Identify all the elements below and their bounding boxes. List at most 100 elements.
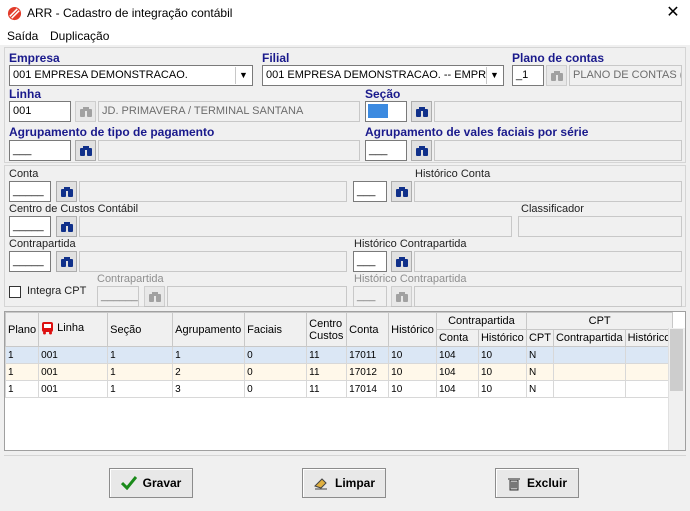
col-header-linha-label: Linha xyxy=(57,322,85,334)
table-cell xyxy=(552,363,626,381)
col-header-cpt-contrapartida[interactable]: Contrapartida xyxy=(552,329,626,347)
gravar-button[interactable]: Gravar xyxy=(109,468,193,498)
plano-code-input[interactable]: _1 xyxy=(512,65,544,86)
agrup-vales-input[interactable]: ___ xyxy=(365,140,407,161)
col-header-historico[interactable]: Histórico xyxy=(388,312,437,347)
table-cell: 10 xyxy=(477,346,527,364)
binoculars-icon xyxy=(391,286,412,307)
table-cell: 10 xyxy=(388,346,437,364)
col-header-contra-historico[interactable]: Histórico xyxy=(477,329,527,347)
table-cell: 10 xyxy=(388,380,437,398)
table-cell: 0 xyxy=(244,363,308,381)
chevron-down-icon[interactable]: ▼ xyxy=(486,67,502,84)
filial-select[interactable]: 001 EMPRESA DEMONSTRACAO. -- EMPRES ▼ xyxy=(262,65,504,86)
binoculars-icon xyxy=(546,65,567,86)
table-cell xyxy=(624,380,674,398)
empresa-label: Empresa xyxy=(9,51,60,65)
table-cell: 104 xyxy=(435,380,479,398)
menu-duplicacao[interactable]: Duplicação xyxy=(50,29,109,43)
binoculars-icon[interactable] xyxy=(391,251,412,272)
binoculars-icon[interactable] xyxy=(411,140,432,161)
table-cell: 1 xyxy=(107,346,174,364)
hist-contra-input[interactable]: ___ xyxy=(353,251,387,272)
table-cell xyxy=(624,363,674,381)
binoculars-icon[interactable] xyxy=(411,101,432,122)
table-cell: 1 xyxy=(172,346,246,364)
cpt-contra-input: ______ xyxy=(97,286,139,307)
classificador-label: Classificador xyxy=(521,203,584,215)
centro-input[interactable]: _____ xyxy=(9,216,51,237)
col-header-secao[interactable]: Seção xyxy=(107,312,174,347)
contrapartida-input[interactable]: _____ xyxy=(9,251,51,272)
gravar-label: Gravar xyxy=(142,476,182,490)
conta-desc xyxy=(79,181,347,202)
col-header-contra-conta[interactable]: Conta xyxy=(435,329,479,347)
binoculars-icon[interactable] xyxy=(75,140,96,161)
table-cell: 1 xyxy=(107,380,174,398)
col-header-faciais[interactable]: Faciais xyxy=(244,312,308,347)
limpar-button[interactable]: Limpar xyxy=(302,468,386,498)
binoculars-icon[interactable] xyxy=(56,181,77,202)
integration-grid[interactable]: Plano Linha Seção Agrupamento Faciais Ce… xyxy=(4,311,686,451)
col-header-cpt-historico[interactable]: Histórico xyxy=(624,329,674,347)
table-cell: N xyxy=(525,363,554,381)
selection-highlight xyxy=(368,104,388,118)
agrup-pag-desc xyxy=(98,140,360,161)
table-cell: 3 xyxy=(172,380,246,398)
col-header-cpt[interactable]: CPT xyxy=(525,312,674,330)
table-cell: 11 xyxy=(306,363,348,381)
conta-label: Conta xyxy=(9,168,39,180)
table-cell: 0 xyxy=(244,380,308,398)
col-header-centro-custos[interactable]: Centro Custos xyxy=(306,312,348,347)
title-bar: ARR - Cadastro de integração contábil ✕ xyxy=(0,0,690,27)
col-header-linha[interactable]: Linha xyxy=(38,312,109,347)
col-header-plano[interactable]: Plano xyxy=(5,312,40,347)
table-cell: 2 xyxy=(172,363,246,381)
table-cell: 001 xyxy=(38,346,109,364)
cpt-hist-desc xyxy=(414,286,682,307)
table-cell: 1 xyxy=(5,380,40,398)
plano-desc-field: PLANO DE CONTAS ( xyxy=(569,65,682,86)
linha-code-input[interactable]: 001 xyxy=(9,101,71,122)
close-button[interactable]: ✕ xyxy=(662,2,684,24)
col-header-conta[interactable]: Conta xyxy=(346,312,390,347)
table-cell: 1 xyxy=(5,346,40,364)
table-row[interactable]: 1 001 1 1 0 11 17011 10 104 10 N xyxy=(5,346,674,364)
table-cell: 001 xyxy=(38,380,109,398)
conta-input[interactable]: _____ xyxy=(9,181,51,202)
cpt-contra-label: Contrapartida xyxy=(97,273,164,285)
hist-conta-input[interactable]: ___ xyxy=(353,181,387,202)
bus-icon xyxy=(42,322,54,335)
col-header-cpt-flag[interactable]: CPT xyxy=(525,329,554,347)
eraser-icon xyxy=(314,478,327,490)
chevron-down-icon[interactable]: ▼ xyxy=(235,67,251,84)
table-cell: 11 xyxy=(306,346,348,364)
excluir-button[interactable]: Excluir xyxy=(495,468,579,498)
table-cell xyxy=(624,346,674,364)
table-cell: 10 xyxy=(388,363,437,381)
empresa-select[interactable]: 001 EMPRESA DEMONSTRACAO. ▼ xyxy=(9,65,253,86)
secao-desc-field xyxy=(434,101,682,122)
agrup-pag-input[interactable]: ___ xyxy=(9,140,71,161)
integra-cpt-checkbox[interactable] xyxy=(9,286,21,298)
menu-bar: Saída Duplicação xyxy=(0,27,690,45)
menu-saida[interactable]: Saída xyxy=(7,29,38,43)
binoculars-icon[interactable] xyxy=(391,181,412,202)
binoculars-icon[interactable] xyxy=(56,216,77,237)
cpt-hist-label: Histórico Contrapartida xyxy=(354,273,467,285)
scrollbar-thumb[interactable] xyxy=(670,329,683,391)
hist-conta-label: Histórico Conta xyxy=(415,168,491,180)
col-header-agrupamento[interactable]: Agrupamento xyxy=(172,312,246,347)
table-row[interactable]: 1 001 1 3 0 11 17014 10 104 10 N xyxy=(5,380,674,398)
table-cell: N xyxy=(525,380,554,398)
table-cell: 0 xyxy=(244,346,308,364)
binoculars-icon[interactable] xyxy=(56,251,77,272)
grid-table: Plano Linha Seção Agrupamento Faciais Ce… xyxy=(5,312,674,398)
secao-code-input[interactable] xyxy=(365,101,407,122)
table-row[interactable]: 1 001 1 2 0 11 17012 10 104 10 N xyxy=(5,363,674,381)
checkmark-icon xyxy=(120,476,137,490)
col-header-contrapartida[interactable]: Contrapartida xyxy=(435,312,527,330)
table-cell: N xyxy=(525,346,554,364)
table-cell: 001 xyxy=(38,363,109,381)
linha-label: Linha xyxy=(9,87,41,101)
